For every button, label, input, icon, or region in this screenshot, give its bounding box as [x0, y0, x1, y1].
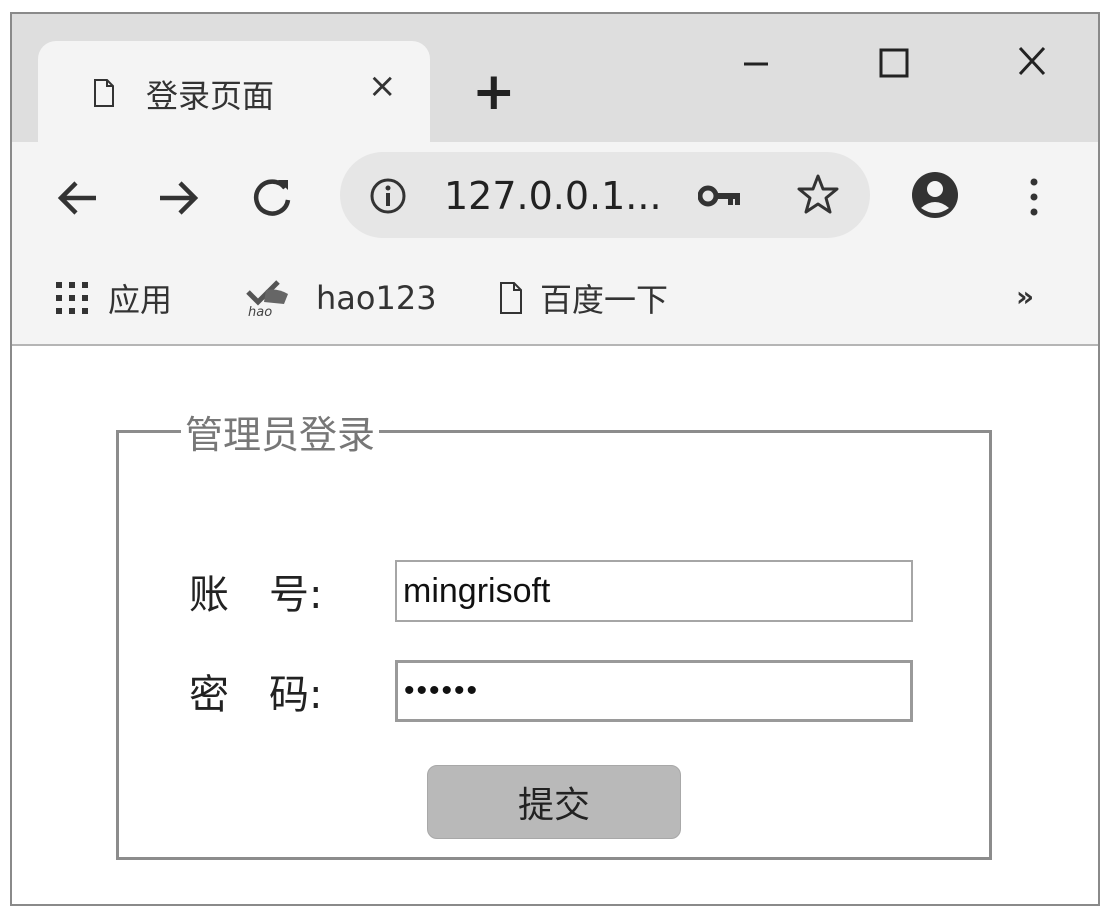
page-icon — [94, 79, 114, 107]
close-window-icon[interactable] — [1002, 38, 1062, 88]
submit-button[interactable]: 提交 — [427, 765, 681, 839]
svg-text:hao: hao — [248, 305, 272, 318]
minimize-icon[interactable] — [726, 38, 786, 88]
maximize-icon[interactable] — [864, 38, 924, 88]
profile-icon[interactable] — [910, 170, 960, 220]
address-bar[interactable]: 127.0.0.1... — [340, 152, 870, 238]
password-row: 密 码: — [189, 659, 913, 723]
back-arrow-icon[interactable] — [54, 174, 102, 222]
hao123-logo-icon: hao — [246, 280, 288, 318]
bookmark-label: 应用 — [108, 281, 173, 319]
bookmark-apps[interactable]: 应用 — [54, 276, 172, 320]
username-row: 账 号: — [189, 559, 913, 623]
forward-arrow-icon[interactable] — [154, 174, 202, 222]
reload-icon[interactable] — [248, 174, 296, 222]
bookmark-baidu[interactable]: 百度一下 — [500, 276, 668, 320]
url-text[interactable]: 127.0.0.1... — [444, 174, 662, 218]
browser-window: 登录页面 × + 127.0.0.1... 应用 hao hao123 百度一下… — [10, 12, 1100, 906]
login-legend: 管理员登录 — [185, 413, 376, 457]
bookmark-hao123[interactable]: hao hao123 — [244, 276, 437, 320]
tab-login-page[interactable]: 登录页面 × — [38, 41, 430, 142]
password-label: 密 码: — [189, 672, 323, 718]
bookmark-label: 百度一下 — [540, 281, 669, 319]
username-field[interactable] — [395, 560, 913, 622]
page-content: 管理员登录 账 号: 密 码: 提交 — [12, 348, 1098, 904]
bookmark-label: hao123 — [316, 279, 437, 317]
apps-grid-icon — [56, 282, 88, 314]
bookmark-star-icon[interactable] — [796, 172, 840, 216]
tab-close-icon[interactable]: × — [368, 69, 397, 103]
bookmarks-bar: 应用 hao hao123 百度一下 » — [12, 254, 1098, 346]
menu-icon[interactable] — [1022, 172, 1046, 222]
navigation-toolbar: 127.0.0.1... — [12, 142, 1098, 254]
tab-title: 登录页面 — [146, 77, 275, 115]
bookmarks-overflow-icon[interactable]: » — [1016, 280, 1034, 313]
title-bar: 登录页面 × + — [12, 14, 1098, 142]
info-icon[interactable] — [368, 176, 408, 216]
page-icon — [500, 282, 522, 314]
username-label: 账 号: — [189, 572, 323, 618]
login-fieldset: 管理员登录 账 号: 密 码: 提交 — [116, 404, 992, 860]
password-field[interactable] — [395, 660, 913, 722]
key-icon[interactable] — [698, 182, 742, 210]
new-tab-button[interactable]: + — [472, 66, 516, 118]
